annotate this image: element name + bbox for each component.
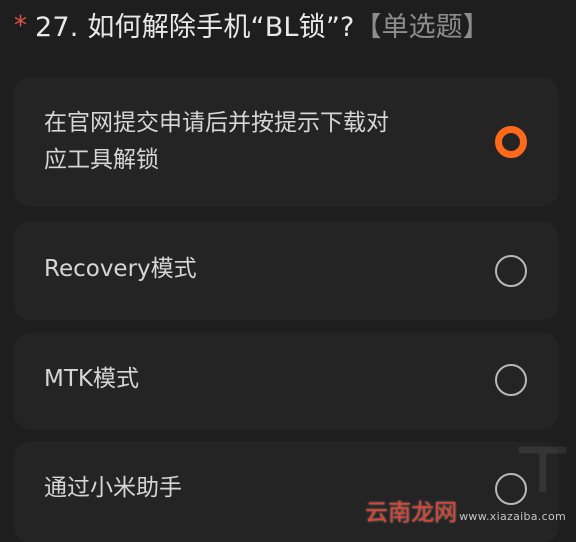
radio-unselected-icon[interactable] <box>495 364 527 396</box>
option-2[interactable]: Recovery模式 <box>14 222 558 320</box>
option-1-label-line-1: 在官网提交申请后并按提示下载对 <box>44 110 389 136</box>
watermark-main-text: 云南龙网 <box>365 500 458 526</box>
radio-unselected-icon[interactable] <box>495 255 527 287</box>
option-3-label: MTK模式 <box>44 366 139 392</box>
question-header: * 27. 如何解除手机“BL锁”? 【单选题】 <box>14 4 490 44</box>
watermark: 云南龙网 www.xiazaiba.com <box>365 485 566 525</box>
option-4-label: 通过小米助手 <box>44 475 182 501</box>
question-title: 27. 如何解除手机“BL锁”? <box>35 11 355 43</box>
option-3[interactable]: MTK模式 <box>14 333 558 429</box>
option-2-label: Recovery模式 <box>44 256 197 282</box>
option-1[interactable]: 在官网提交申请后并按提示下载对 应工具解锁 <box>14 78 558 206</box>
option-1-label-line-2: 应工具解锁 <box>44 147 159 173</box>
radio-selected-icon[interactable] <box>495 126 527 158</box>
question-type-label: 【单选题】 <box>354 11 490 43</box>
watermark-url: www.xiazaiba.com <box>459 510 566 523</box>
required-marker: * <box>14 11 27 41</box>
